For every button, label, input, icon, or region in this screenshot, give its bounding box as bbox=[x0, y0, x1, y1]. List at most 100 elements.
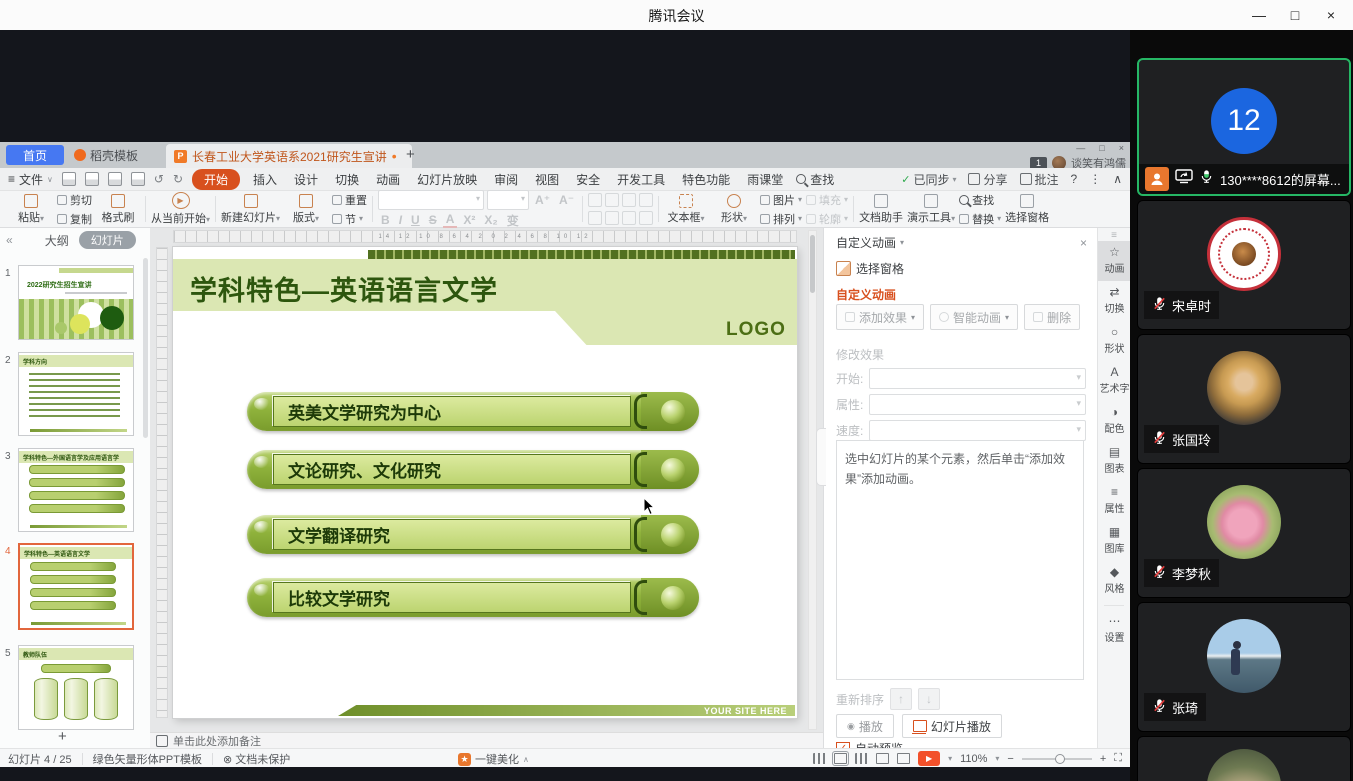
wps-home-tab[interactable]: 首页 bbox=[6, 145, 64, 165]
zoom-slider-knob[interactable] bbox=[1055, 754, 1065, 764]
zoom-slider[interactable] bbox=[1022, 758, 1092, 760]
sync-status-button[interactable]: ✓ 已同步 ▾ bbox=[901, 171, 956, 188]
wps-maximize-button[interactable]: □ bbox=[1099, 143, 1104, 153]
superscript-button[interactable]: X² bbox=[460, 213, 478, 227]
comment-button[interactable]: 批注 bbox=[1020, 171, 1059, 188]
outline-button[interactable]: 轮廓▾ bbox=[806, 211, 848, 227]
replace-button[interactable]: 替换▾ bbox=[959, 211, 1001, 227]
zoom-in-button[interactable]: + bbox=[1100, 753, 1106, 765]
section-button[interactable]: 节▾ bbox=[332, 211, 367, 227]
reorder-down-button[interactable]: ↓ bbox=[918, 688, 940, 710]
ribbon-tab-devtools[interactable]: 开发工具 bbox=[613, 169, 669, 190]
outline-tab[interactable]: 大纲 bbox=[45, 232, 69, 249]
font-size-combo[interactable]: ▾ bbox=[487, 190, 529, 210]
subscript-button[interactable]: X₂ bbox=[481, 213, 500, 227]
beautify-button[interactable]: ★ 一键美化 ∧ bbox=[458, 751, 529, 767]
thumbs-scrollbar[interactable] bbox=[143, 258, 148, 438]
selection-pane-link[interactable]: 选择窗格 bbox=[836, 260, 904, 277]
slide-bullet-pill-3[interactable]: 文学翻译研究 bbox=[247, 515, 699, 554]
speed-dropdown[interactable]: ▾ bbox=[869, 420, 1086, 441]
reorder-up-button[interactable]: ↑ bbox=[890, 688, 912, 710]
rail-item-gallery[interactable]: ▦图库 bbox=[1098, 521, 1131, 561]
panel-collapse-handle[interactable] bbox=[816, 428, 826, 486]
slideshow-view-icon[interactable] bbox=[897, 753, 910, 764]
print-icon[interactable] bbox=[108, 172, 122, 186]
output-icon[interactable] bbox=[85, 172, 99, 186]
redo-icon[interactable]: ↻ bbox=[173, 172, 183, 186]
copy-button[interactable]: 复制 bbox=[57, 211, 92, 227]
italic-button[interactable]: I bbox=[396, 213, 405, 227]
indent-decrease-icon[interactable] bbox=[622, 193, 636, 207]
normal-view-icon[interactable] bbox=[834, 753, 847, 764]
collapse-ribbon-button[interactable]: ∧ bbox=[1113, 172, 1122, 186]
notes-toggle-icon[interactable] bbox=[813, 753, 826, 764]
add-slide-button[interactable]: + bbox=[58, 728, 67, 745]
shapes-button[interactable]: 形状▾ bbox=[712, 192, 756, 226]
fill-button[interactable]: 填充▾ bbox=[806, 192, 848, 208]
cut-button[interactable]: 剪切 bbox=[57, 192, 92, 208]
horizontal-ruler[interactable]: 14 12 10 8 6 4 2 0 2 4 6 8 10 12 bbox=[173, 230, 797, 243]
start-dropdown[interactable]: ▾ bbox=[869, 368, 1086, 389]
rail-item-chart[interactable]: ▤图表 bbox=[1098, 441, 1131, 481]
slide-thumbnail-5[interactable]: 教师队伍 bbox=[18, 645, 134, 730]
play-animation-button[interactable]: ◉播放 bbox=[836, 714, 894, 738]
participant-tile[interactable]: 李梦秋 bbox=[1137, 468, 1351, 598]
slideshow-button[interactable]: 幻灯片播放 bbox=[902, 714, 1002, 738]
zoom-level[interactable]: 110% bbox=[960, 753, 987, 765]
new-slide-button[interactable]: 新建幻灯片▾ bbox=[221, 192, 280, 226]
protection-status[interactable]: ⊗ 文档未保护 bbox=[223, 751, 290, 767]
share-button[interactable]: 分享 bbox=[968, 171, 1007, 188]
ribbon-tab-yuketang[interactable]: 雨课堂 bbox=[743, 169, 787, 190]
layout-button[interactable]: 版式▾ bbox=[284, 192, 328, 226]
present-tools-button[interactable]: 演示工具▾ bbox=[907, 192, 955, 226]
ribbon-tab-features[interactable]: 特色功能 bbox=[678, 169, 734, 190]
ribbon-tab-view[interactable]: 视图 bbox=[531, 169, 563, 190]
rail-item-settings[interactable]: ⋯设置 bbox=[1098, 610, 1131, 650]
reset-button[interactable]: 重置 bbox=[332, 192, 367, 208]
fit-screen-icon[interactable]: ⛶ bbox=[1114, 752, 1122, 765]
play-from-current-button[interactable]: ▶ 从当前开始▾ bbox=[151, 192, 210, 226]
bold-button[interactable]: B bbox=[378, 213, 393, 227]
participant-tile-screenshare[interactable]: 12 130****8612的屏幕... bbox=[1137, 58, 1351, 196]
decrease-font-button[interactable]: A⁻ bbox=[556, 193, 577, 207]
participant-tile-partial[interactable] bbox=[1137, 736, 1351, 781]
increase-font-button[interactable]: A⁺ bbox=[532, 193, 553, 207]
template-name[interactable]: 绿色矢量形体PPT模板 bbox=[93, 751, 202, 767]
ribbon-tab-insert[interactable]: 插入 bbox=[249, 169, 281, 190]
chevron-down-icon[interactable]: ▾ bbox=[948, 754, 952, 763]
vertical-ruler[interactable] bbox=[156, 247, 168, 718]
wps-close-button[interactable]: × bbox=[1119, 143, 1124, 153]
strikethrough-button[interactable]: S bbox=[426, 213, 440, 227]
format-painter-button[interactable]: 格式刷 bbox=[96, 192, 140, 226]
slides-tab[interactable]: 幻灯片 bbox=[79, 231, 136, 249]
property-dropdown[interactable]: ▾ bbox=[869, 394, 1086, 415]
slide-bullet-pill-4[interactable]: 比较文学研究 bbox=[247, 578, 699, 617]
rail-drag-handle[interactable]: ≡ bbox=[1098, 228, 1130, 241]
find-button[interactable]: 查找 bbox=[959, 192, 1001, 208]
doc-assistant-button[interactable]: 文档助手 bbox=[859, 192, 903, 226]
zoom-out-button[interactable]: − bbox=[1007, 753, 1013, 765]
scrollbar-handle[interactable] bbox=[810, 235, 815, 293]
preview-icon[interactable] bbox=[131, 172, 145, 186]
notes-bar[interactable]: 单击此处添加备注 bbox=[150, 732, 823, 748]
picture-button[interactable]: 图片▾ bbox=[760, 192, 802, 208]
bullets-icon[interactable] bbox=[588, 193, 602, 207]
slide-bullet-pill-2[interactable]: 文论研究、文化研究 bbox=[247, 450, 699, 489]
ribbon-tab-animation[interactable]: 动画 bbox=[372, 169, 404, 190]
ribbon-tab-security[interactable]: 安全 bbox=[572, 169, 604, 190]
ribbon-tab-transition[interactable]: 切换 bbox=[331, 169, 363, 190]
ribbon-tab-design[interactable]: 设计 bbox=[290, 169, 322, 190]
slide-bullet-pill-1[interactable]: 英美文学研究为中心 bbox=[247, 392, 699, 431]
add-effect-button[interactable]: 添加效果▾ bbox=[836, 304, 924, 330]
slide-sorter-icon[interactable] bbox=[855, 753, 868, 764]
slide-thumbnail-1[interactable]: 2022研究生招生宣讲 bbox=[18, 265, 134, 340]
wps-docer-tab[interactable]: 稻壳模板 bbox=[74, 145, 138, 165]
wps-minimize-button[interactable]: — bbox=[1076, 143, 1085, 153]
rail-item-wordart[interactable]: A艺术字 bbox=[1098, 361, 1131, 401]
ribbon-tab-slideshow[interactable]: 幻灯片放映 bbox=[413, 169, 481, 190]
underline-button[interactable]: U bbox=[408, 213, 423, 227]
slide-logo[interactable]: LOGO bbox=[726, 319, 786, 341]
selection-pane-button[interactable]: 选择窗格 bbox=[1005, 192, 1049, 226]
align-left-icon[interactable] bbox=[588, 211, 602, 225]
save-icon[interactable] bbox=[62, 172, 76, 186]
